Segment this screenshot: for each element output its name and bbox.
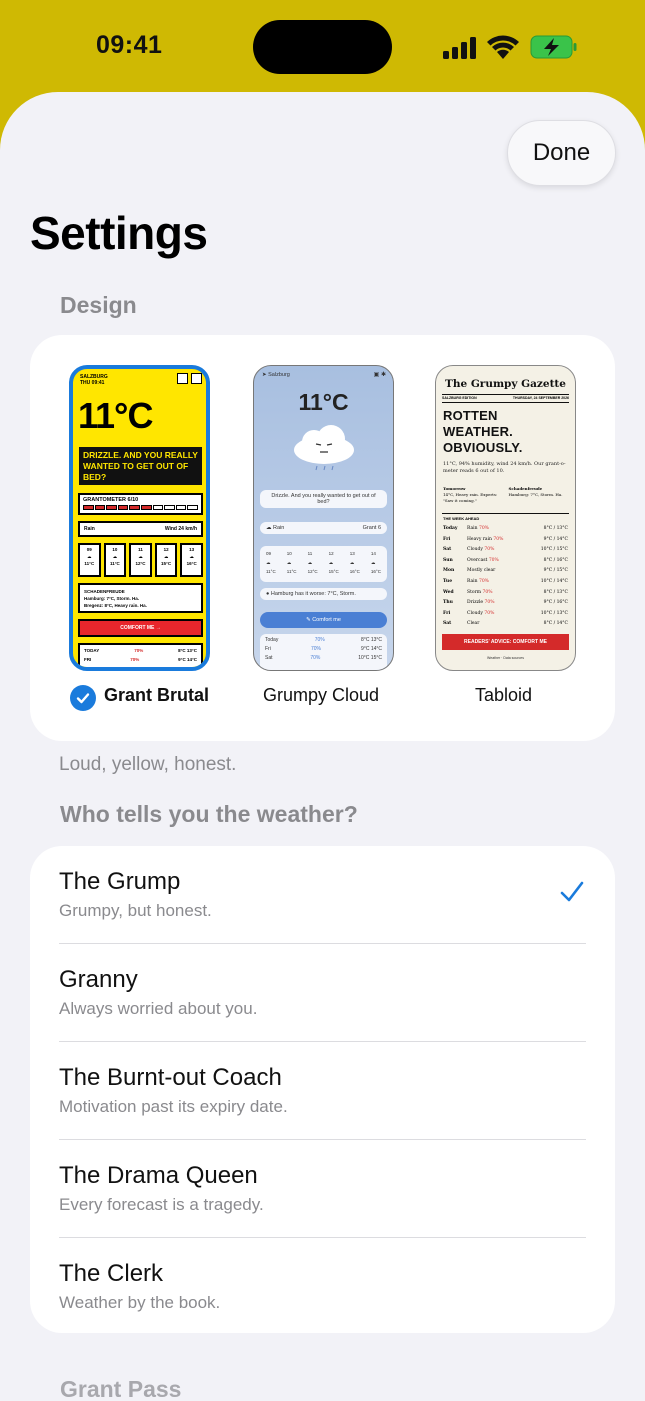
grant-pass-section-label: Grant Pass: [60, 1376, 182, 1401]
preview-forecast-table: Today 70% 8°C 13°C Fri 70% 9°C 14°C Sat 70% 10…: [260, 634, 387, 670]
design-option-tabloid[interactable]: The Grumpy Gazette SALZBURG EDITION THUR…: [435, 365, 576, 671]
preview-date: THU 09:41: [80, 380, 105, 386]
schadenfreude-title: SCHADENFREUDE: [84, 589, 125, 594]
preview-week-table: Today Rain 70% 8°C / 13°C Fri Heavy rain 70…: [443, 526, 568, 627]
list-item-the-clerk[interactable]: The Clerk Weather by the book.: [30, 1238, 615, 1336]
preview-rain-row: Rain Wind 24 km/h: [78, 521, 203, 537]
preview-quote: Drizzle. And you really wanted to get ou…: [260, 490, 387, 508]
item-subtitle: Grumpy, but honest.: [59, 901, 212, 920]
preview-hourly: 09 ☁ 11°C 10 ☁ 11°C 11 ☁ 12°C 12 ☁ 15°C 13 ☁ 16°C: [78, 543, 203, 577]
weather-teller-list: The Grump Grumpy, but honest. Granny Alw…: [30, 846, 615, 1333]
divider: [442, 402, 569, 403]
hour-cell: 13 ☁ 16°C: [180, 543, 203, 577]
preview-toolbar-icons: ▣ ✱: [373, 372, 386, 378]
preview-comfort-button: COMFORT ME →: [78, 619, 203, 637]
preview-grantometer: GRANTOMETER 6/10: [78, 493, 203, 515]
preview-headline: ROTTEN WEATHER. OBVIOUSLY.: [443, 408, 523, 455]
weather-teller-section-label: Who tells you the weather?: [60, 801, 358, 827]
design-section-label: Design: [60, 292, 137, 318]
item-title: Granny: [59, 966, 138, 993]
preview-columns: Tomorrow 14°C, Heavy rain. Experts: "Saw …: [443, 486, 563, 503]
design-option-grant-brutal[interactable]: SALZBURG THU 09:41 11°C DRIZZLE. AND YOU…: [69, 365, 210, 671]
preview-temperature: 11°C: [298, 389, 349, 415]
schadenfreude-line: Hamburg: 7°C, Storm. Ha.: [84, 596, 140, 601]
preview-footer: Weather · Data sources: [487, 656, 524, 660]
selected-check-icon: [70, 685, 96, 711]
design-picker-card: SALZBURG THU 09:41 11°C DRIZZLE. AND YOU…: [30, 335, 615, 741]
preview-banner: DRIZZLE. AND YOU REALLY WANTED TO GET OU…: [79, 447, 202, 485]
item-title: The Clerk: [59, 1260, 164, 1287]
battery-charging-icon: [530, 35, 577, 59]
list-item-granny[interactable]: Granny Always worried about you.: [30, 944, 615, 1042]
wifi-icon: [487, 35, 519, 59]
preview-hamburg: ● Hamburg has it worse: 7°C, Storm.: [260, 588, 387, 600]
checkmark-icon: [560, 881, 584, 902]
item-subtitle: Weather by the book.: [59, 1293, 221, 1312]
rain-label: Rain: [84, 526, 95, 532]
grumpy-cloud-icon: [294, 425, 354, 471]
grantometer-title: GRANTOMETER 6/10: [83, 497, 139, 503]
preview-subhead: 11°C, 94% humidity, wind 24 km/h. Our gr…: [443, 461, 566, 474]
item-title: The Grump: [59, 868, 181, 895]
preview-masthead: The Grumpy Gazette: [445, 378, 566, 390]
preview-rain-row: ☁ Rain Grant 6: [260, 522, 387, 534]
design-label-grumpy-cloud[interactable]: Grumpy Cloud: [263, 685, 379, 706]
preview-schadenfreude: SCHADENFREUDE Hamburg: 7°C, Storm. Ha. B…: [78, 583, 203, 613]
list-item-drama-queen[interactable]: The Drama Queen Every forecast is a trag…: [30, 1140, 615, 1238]
divider: [442, 394, 569, 395]
preview-comfort-button: ✎ Comfort me: [260, 612, 387, 628]
hour-cell: 11 ☁ 12°C: [129, 543, 152, 577]
grantometer-bar: [80, 505, 201, 510]
design-option-grumpy-cloud[interactable]: ➤ Salzburg ▣ ✱ 11°C Drizzle. And you rea…: [253, 365, 394, 671]
preview-week-title: THE WEEK AHEAD: [443, 516, 480, 521]
hour-cell: 09 ☁ 11°C: [78, 543, 101, 577]
preview-toolbar-icons: [177, 373, 202, 384]
preview-hourly: 09 ☁ 11°C 10 ☁ 11°C 11 ☁ 12°C 12 ☁ 15°C 13 ☁ 16°C …: [260, 546, 387, 582]
preview-location: SALZBURG THU 09:41: [80, 374, 108, 386]
design-label-tabloid[interactable]: Tabloid: [475, 685, 532, 706]
preview-advice-banner: READERS' ADVICE: COMFORT ME: [442, 634, 569, 650]
design-description: Loud, yellow, honest.: [59, 754, 237, 775]
hour-cell: 12 ☁ 15°C: [154, 543, 178, 577]
list-item-the-grump[interactable]: The Grump Grumpy, but honest.: [30, 846, 615, 944]
dynamic-island: [253, 20, 392, 74]
status-time: 09:41: [96, 31, 163, 59]
settings-sheet: Done Settings Design SALZBURG THU 09:41 …: [0, 92, 645, 1401]
wind-label: Wind 24 km/h: [164, 526, 197, 532]
preview-temperature: 11°C: [78, 395, 153, 436]
status-bar: 09:41: [0, 0, 645, 92]
item-title: The Burnt-out Coach: [59, 1064, 282, 1091]
item-title: The Drama Queen: [59, 1162, 258, 1189]
page-title: Settings: [30, 207, 208, 259]
divider: [442, 513, 569, 514]
preview-location: ➤ Salzburg: [262, 372, 290, 378]
schadenfreude-line: Bregenz: 8°C, Heavy rain. Ha.: [84, 603, 147, 608]
done-button[interactable]: Done: [507, 120, 616, 186]
cellular-signal-icon: [443, 37, 476, 59]
item-subtitle: Every forecast is a tragedy.: [59, 1195, 264, 1214]
list-item-burnt-out-coach[interactable]: The Burnt-out Coach Motivation past its …: [30, 1042, 615, 1140]
design-label-grant-brutal[interactable]: Grant Brutal: [104, 685, 209, 706]
hour-cell: 10 ☁ 11°C: [103, 543, 127, 577]
item-subtitle: Motivation past its expiry date.: [59, 1097, 288, 1116]
preview-edition: SALZBURG EDITION THURSDAY, 24 SEPTEMBER …: [442, 396, 569, 400]
item-subtitle: Always worried about you.: [59, 999, 258, 1018]
preview-forecast-table: TODAY 70% 8°C 13°C FRI 70% 9°C 14°C: [78, 643, 203, 667]
